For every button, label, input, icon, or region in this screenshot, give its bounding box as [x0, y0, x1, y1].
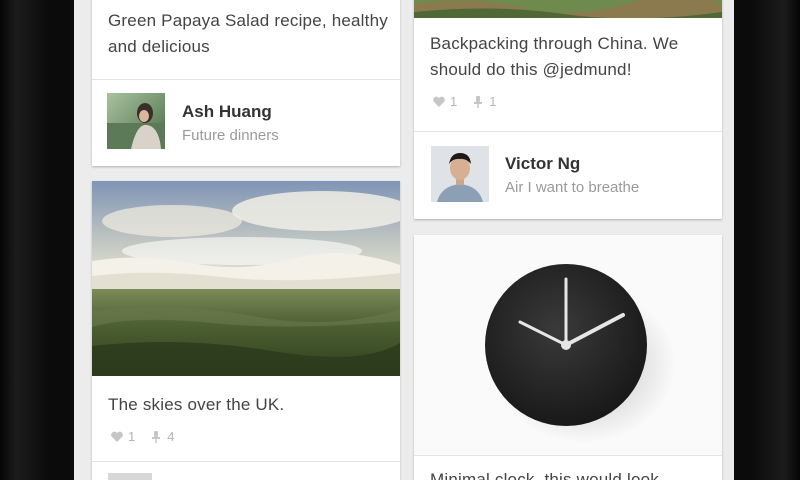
pin-caption: Backpacking through China. We should do … — [430, 34, 679, 79]
pin-image[interactable] — [414, 235, 722, 455]
avatar[interactable] — [431, 146, 489, 202]
card-divider — [414, 455, 722, 456]
heart-icon[interactable] — [432, 95, 446, 109]
board-name[interactable]: Air I want to breathe — [505, 179, 639, 196]
board-name[interactable]: Future dinners — [182, 127, 279, 144]
pin-icon[interactable] — [471, 95, 485, 109]
like-count: 1 — [450, 94, 458, 109]
card-divider — [92, 79, 400, 80]
avatar[interactable] — [107, 93, 165, 149]
clock-icon — [485, 264, 676, 443]
pin-caption: The skies over the UK. — [108, 395, 285, 414]
pin-caption: Green Papaya Salad recipe, healthy and d… — [108, 11, 388, 56]
pin-stats: 1 1 — [432, 94, 510, 109]
pin-card-backpacking[interactable]: Backpacking through China. We should do … — [414, 0, 722, 219]
pin-image[interactable] — [92, 181, 400, 376]
heart-icon[interactable] — [110, 430, 124, 444]
pinner-name[interactable]: Ash Huang — [182, 102, 272, 122]
like-count: 1 — [128, 429, 136, 444]
pin-card-minimal-clock[interactable]: Minimal clock, this would look — [414, 235, 722, 480]
avatar[interactable] — [108, 473, 152, 480]
pinner-name[interactable]: Victor Ng — [505, 154, 580, 174]
pin-icon[interactable] — [149, 430, 163, 444]
pin-caption: Minimal clock, this would look — [430, 470, 659, 480]
feed-screen[interactable]: Green Papaya Salad recipe, healthy and d… — [74, 0, 734, 480]
pin-card-papaya-salad[interactable]: Green Papaya Salad recipe, healthy and d… — [92, 0, 400, 166]
repin-count: 1 — [489, 94, 497, 109]
card-divider — [92, 461, 400, 462]
pin-card-skies-uk[interactable]: The skies over the UK. 1 4 — [92, 181, 400, 480]
pin-stats: 1 4 — [110, 429, 188, 444]
card-divider — [414, 131, 722, 132]
pin-image[interactable] — [414, 0, 722, 19]
repin-count: 4 — [167, 429, 175, 444]
